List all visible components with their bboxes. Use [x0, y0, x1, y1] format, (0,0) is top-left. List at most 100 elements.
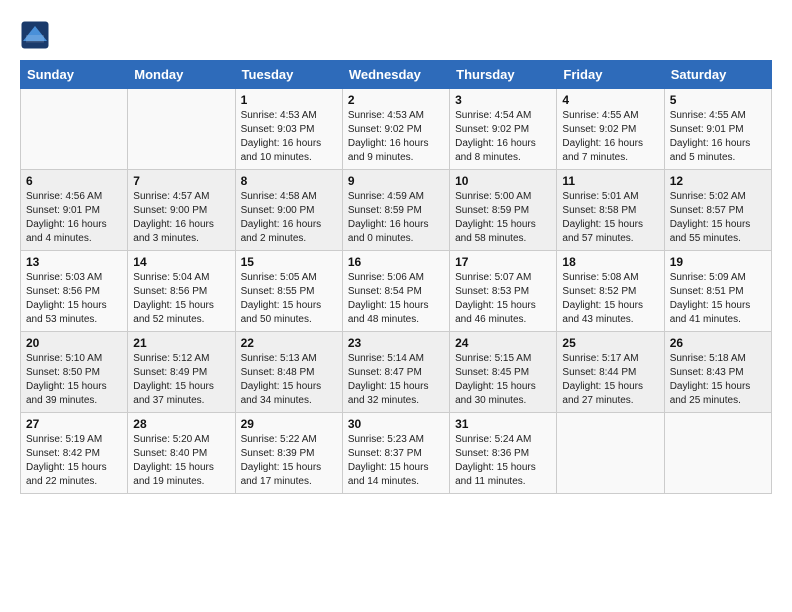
day-number: 29	[241, 417, 337, 431]
calendar-cell: 3 Sunrise: 4:54 AM Sunset: 9:02 PM Daylig…	[450, 89, 557, 170]
calendar-cell: 19Sunrise: 5:09 AM Sunset: 8:51 PM Dayli…	[664, 251, 771, 332]
day-number: 23	[348, 336, 444, 350]
day-number: 30	[348, 417, 444, 431]
day-info: Sunrise: 5:15 AM Sunset: 8:45 PM Dayligh…	[455, 352, 551, 408]
calendar-cell: 25 Sunrise: 5:17 AM Sunset: 8:44 PM Dayli…	[557, 332, 664, 413]
calendar-cell	[664, 413, 771, 494]
calendar-cell: 8Sunrise: 4:58 AM Sunset: 9:00 PM Daylig…	[235, 170, 342, 251]
page-header	[20, 20, 772, 50]
day-number: 31	[455, 417, 551, 431]
day-info: Sunrise: 4:53 AM Sunset: 9:02 PM Dayligh…	[348, 109, 444, 165]
calendar-week-row: 1 Sunrise: 4:53 AM Sunset: 9:03 PM Daylig…	[21, 89, 772, 170]
day-info: Sunrise: 4:58 AM Sunset: 9:00 PM Dayligh…	[241, 190, 337, 246]
day-info: Sunrise: 5:13 AM Sunset: 8:48 PM Dayligh…	[241, 352, 337, 408]
day-number: 5	[670, 93, 766, 107]
calendar-cell: 28 Sunrise: 5:20 AM Sunset: 8:40 PM Dayli…	[128, 413, 235, 494]
day-number: 24	[455, 336, 551, 350]
calendar-cell: 2 Sunrise: 4:53 AM Sunset: 9:02 PM Daylig…	[342, 89, 449, 170]
calendar-cell: 5 Sunrise: 4:55 AM Sunset: 9:01 PM Daylig…	[664, 89, 771, 170]
day-number: 19	[670, 255, 766, 269]
day-info: Sunrise: 5:23 AM Sunset: 8:37 PM Dayligh…	[348, 433, 444, 489]
calendar-cell	[128, 89, 235, 170]
day-number: 2	[348, 93, 444, 107]
calendar-cell: 18 Sunrise: 5:08 AM Sunset: 8:52 PM Dayli…	[557, 251, 664, 332]
calendar-week-row: 20 Sunrise: 5:10 AM Sunset: 8:50 PM Dayli…	[21, 332, 772, 413]
day-number: 9	[348, 174, 444, 188]
day-info: Sunrise: 5:10 AM Sunset: 8:50 PM Dayligh…	[26, 352, 122, 408]
day-info: Sunrise: 5:18 AM Sunset: 8:43 PM Dayligh…	[670, 352, 766, 408]
day-number: 1	[241, 93, 337, 107]
weekday-header-thursday: Thursday	[450, 61, 557, 89]
calendar-cell: 24 Sunrise: 5:15 AM Sunset: 8:45 PM Dayli…	[450, 332, 557, 413]
logo-icon	[20, 20, 50, 50]
day-number: 3	[455, 93, 551, 107]
day-number: 11	[562, 174, 658, 188]
day-number: 20	[26, 336, 122, 350]
weekday-header-monday: Monday	[128, 61, 235, 89]
day-number: 14	[133, 255, 229, 269]
day-info: Sunrise: 5:00 AM Sunset: 8:59 PM Dayligh…	[455, 190, 551, 246]
calendar-cell: 27 Sunrise: 5:19 AM Sunset: 8:42 PM Dayli…	[21, 413, 128, 494]
day-info: Sunrise: 5:17 AM Sunset: 8:44 PM Dayligh…	[562, 352, 658, 408]
calendar-cell: 22 Sunrise: 5:13 AM Sunset: 8:48 PM Dayli…	[235, 332, 342, 413]
day-info: Sunrise: 4:59 AM Sunset: 8:59 PM Dayligh…	[348, 190, 444, 246]
day-number: 15	[241, 255, 337, 269]
calendar-cell: 15 Sunrise: 5:05 AM Sunset: 8:55 PM Dayli…	[235, 251, 342, 332]
day-info: Sunrise: 5:24 AM Sunset: 8:36 PM Dayligh…	[455, 433, 551, 489]
day-number: 22	[241, 336, 337, 350]
day-info: Sunrise: 4:56 AM Sunset: 9:01 PM Dayligh…	[26, 190, 122, 246]
day-info: Sunrise: 5:08 AM Sunset: 8:52 PM Dayligh…	[562, 271, 658, 327]
calendar-cell: 29Sunrise: 5:22 AM Sunset: 8:39 PM Dayli…	[235, 413, 342, 494]
calendar-week-row: 6 Sunrise: 4:56 AM Sunset: 9:01 PM Daylig…	[21, 170, 772, 251]
calendar-table: SundayMondayTuesdayWednesdayThursdayFrid…	[20, 60, 772, 494]
calendar-cell: 4Sunrise: 4:55 AM Sunset: 9:02 PM Daylig…	[557, 89, 664, 170]
day-info: Sunrise: 4:53 AM Sunset: 9:03 PM Dayligh…	[241, 109, 337, 165]
day-info: Sunrise: 5:02 AM Sunset: 8:57 PM Dayligh…	[670, 190, 766, 246]
calendar-cell: 7 Sunrise: 4:57 AM Sunset: 9:00 PM Daylig…	[128, 170, 235, 251]
day-info: Sunrise: 5:04 AM Sunset: 8:56 PM Dayligh…	[133, 271, 229, 327]
calendar-cell: 21Sunrise: 5:12 AM Sunset: 8:49 PM Dayli…	[128, 332, 235, 413]
day-number: 28	[133, 417, 229, 431]
day-number: 6	[26, 174, 122, 188]
weekday-header-wednesday: Wednesday	[342, 61, 449, 89]
calendar-cell	[21, 89, 128, 170]
calendar-cell: 23 Sunrise: 5:14 AM Sunset: 8:47 PM Dayli…	[342, 332, 449, 413]
day-info: Sunrise: 5:03 AM Sunset: 8:56 PM Dayligh…	[26, 271, 122, 327]
day-info: Sunrise: 5:06 AM Sunset: 8:54 PM Dayligh…	[348, 271, 444, 327]
calendar-cell: 11 Sunrise: 5:01 AM Sunset: 8:58 PM Dayli…	[557, 170, 664, 251]
calendar-cell: 10Sunrise: 5:00 AM Sunset: 8:59 PM Dayli…	[450, 170, 557, 251]
calendar-cell: 20 Sunrise: 5:10 AM Sunset: 8:50 PM Dayli…	[21, 332, 128, 413]
day-number: 18	[562, 255, 658, 269]
day-info: Sunrise: 4:57 AM Sunset: 9:00 PM Dayligh…	[133, 190, 229, 246]
day-number: 27	[26, 417, 122, 431]
calendar-cell: 1 Sunrise: 4:53 AM Sunset: 9:03 PM Daylig…	[235, 89, 342, 170]
calendar-cell: 30 Sunrise: 5:23 AM Sunset: 8:37 PM Dayli…	[342, 413, 449, 494]
weekday-header-friday: Friday	[557, 61, 664, 89]
day-info: Sunrise: 5:20 AM Sunset: 8:40 PM Dayligh…	[133, 433, 229, 489]
day-info: Sunrise: 5:19 AM Sunset: 8:42 PM Dayligh…	[26, 433, 122, 489]
day-number: 12	[670, 174, 766, 188]
day-info: Sunrise: 5:05 AM Sunset: 8:55 PM Dayligh…	[241, 271, 337, 327]
calendar-cell: 26Sunrise: 5:18 AM Sunset: 8:43 PM Dayli…	[664, 332, 771, 413]
day-info: Sunrise: 4:55 AM Sunset: 9:02 PM Dayligh…	[562, 109, 658, 165]
weekday-header-saturday: Saturday	[664, 61, 771, 89]
calendar-cell: 9 Sunrise: 4:59 AM Sunset: 8:59 PM Daylig…	[342, 170, 449, 251]
calendar-cell: 12 Sunrise: 5:02 AM Sunset: 8:57 PM Dayli…	[664, 170, 771, 251]
calendar-cell: 14 Sunrise: 5:04 AM Sunset: 8:56 PM Dayli…	[128, 251, 235, 332]
weekday-header-sunday: Sunday	[21, 61, 128, 89]
calendar-cell	[557, 413, 664, 494]
day-info: Sunrise: 4:55 AM Sunset: 9:01 PM Dayligh…	[670, 109, 766, 165]
calendar-cell: 31 Sunrise: 5:24 AM Sunset: 8:36 PM Dayli…	[450, 413, 557, 494]
calendar-cell: 17 Sunrise: 5:07 AM Sunset: 8:53 PM Dayli…	[450, 251, 557, 332]
day-number: 25	[562, 336, 658, 350]
day-info: Sunrise: 5:14 AM Sunset: 8:47 PM Dayligh…	[348, 352, 444, 408]
day-info: Sunrise: 5:07 AM Sunset: 8:53 PM Dayligh…	[455, 271, 551, 327]
day-number: 16	[348, 255, 444, 269]
calendar-cell: 16 Sunrise: 5:06 AM Sunset: 8:54 PM Dayli…	[342, 251, 449, 332]
day-number: 7	[133, 174, 229, 188]
day-info: Sunrise: 5:01 AM Sunset: 8:58 PM Dayligh…	[562, 190, 658, 246]
day-info: Sunrise: 4:54 AM Sunset: 9:02 PM Dayligh…	[455, 109, 551, 165]
weekday-header-row: SundayMondayTuesdayWednesdayThursdayFrid…	[21, 61, 772, 89]
day-number: 17	[455, 255, 551, 269]
weekday-header-tuesday: Tuesday	[235, 61, 342, 89]
